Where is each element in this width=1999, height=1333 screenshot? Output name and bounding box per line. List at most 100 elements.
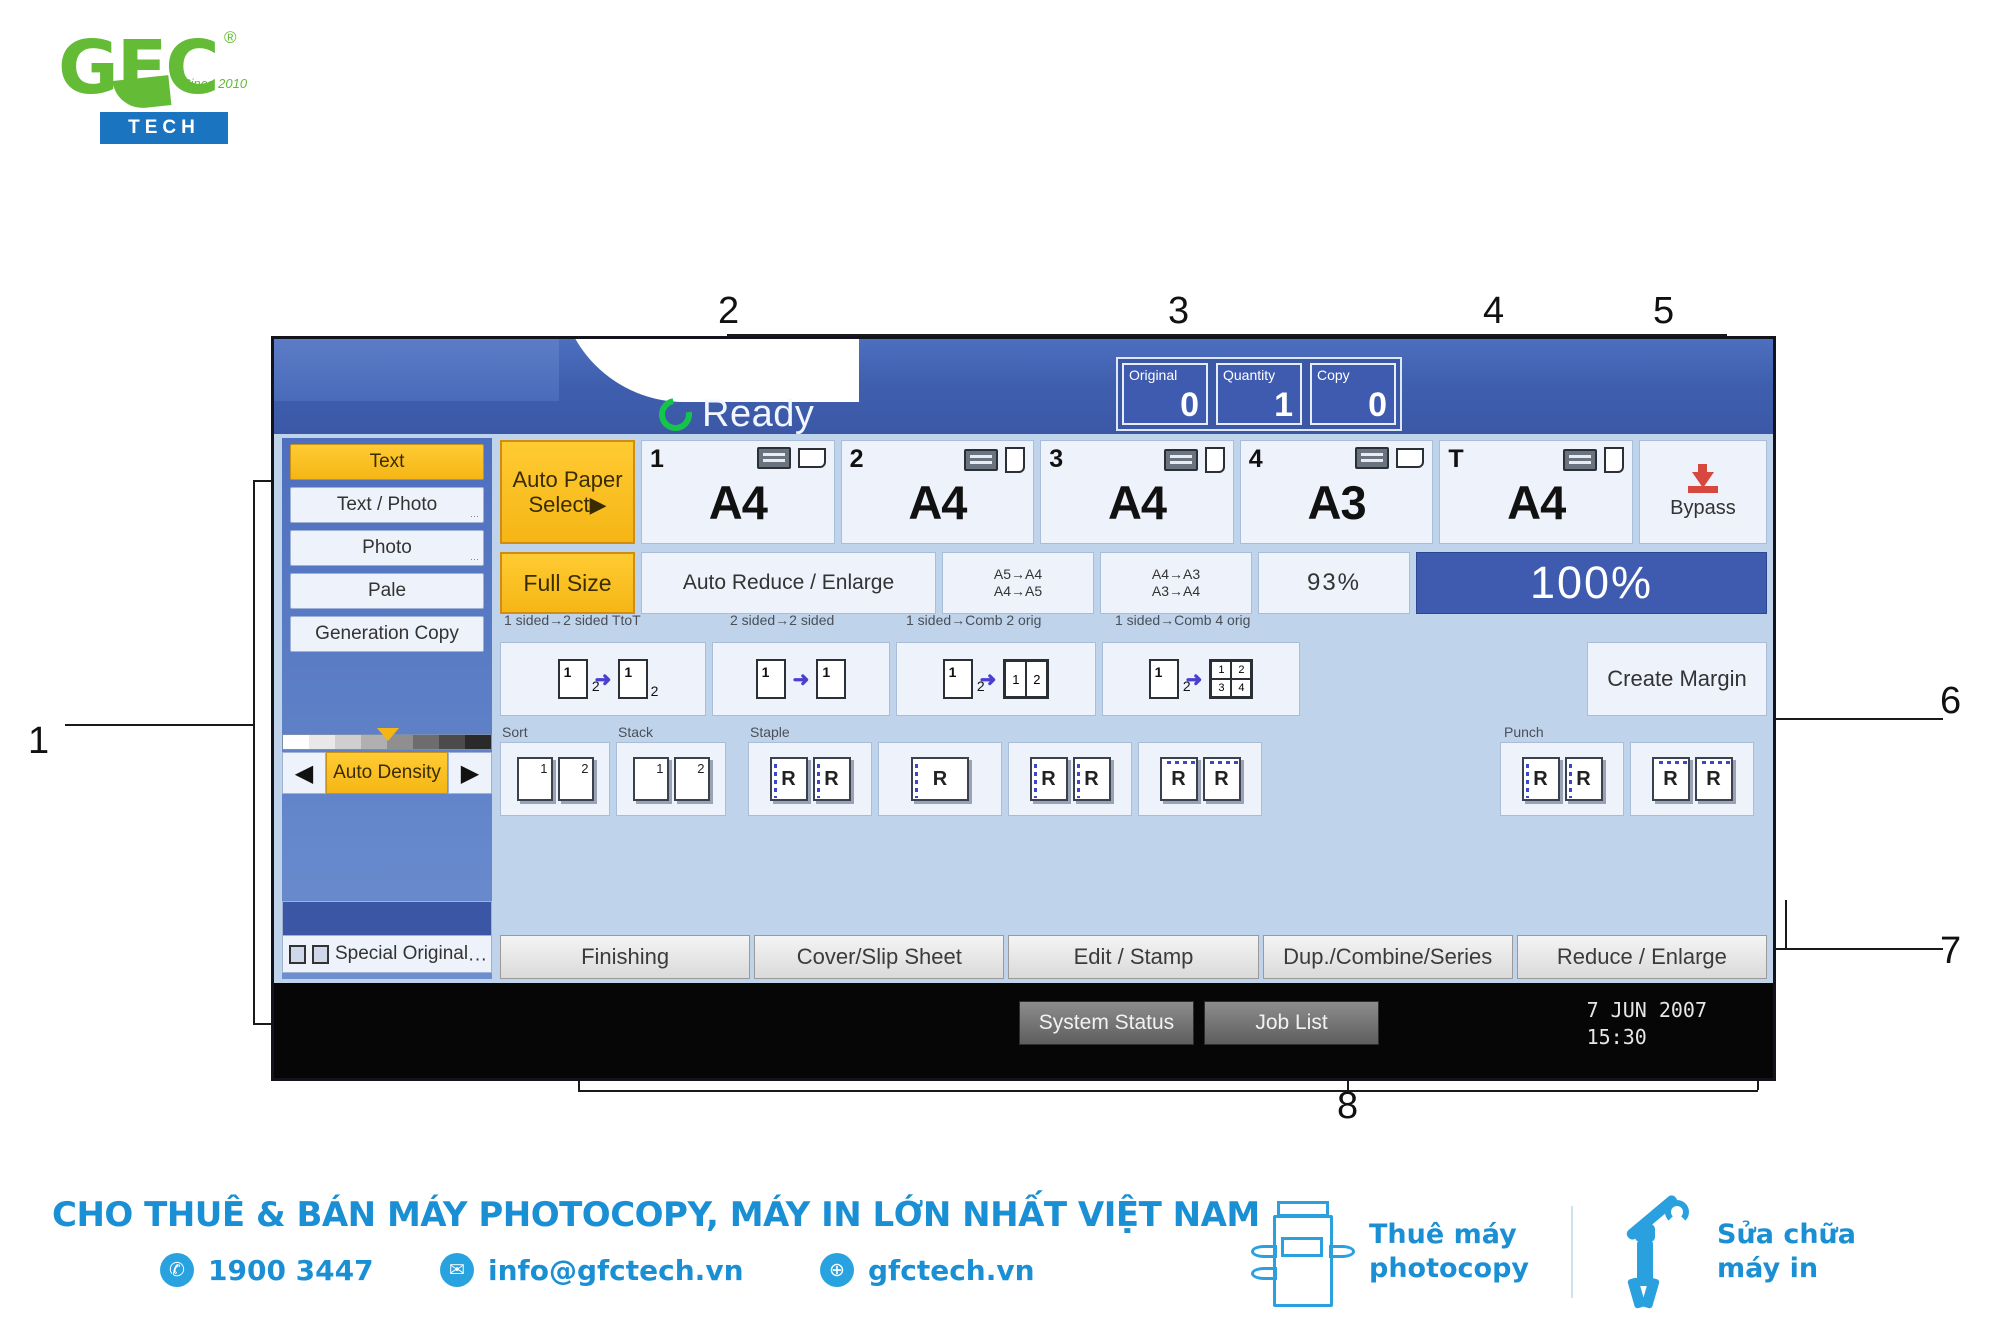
stack-button[interactable]: 1 2 bbox=[616, 742, 726, 816]
counter-original-label: Original bbox=[1129, 367, 1178, 383]
special-original-button[interactable]: Special Original ··· bbox=[282, 935, 492, 973]
footer-email[interactable]: ✉ info@gfctech.vn bbox=[440, 1253, 744, 1287]
quality-button-text-photo[interactable]: Text / Photo ··· bbox=[290, 487, 484, 523]
footer-website[interactable]: ⊕ gfctech.vn bbox=[820, 1253, 1035, 1287]
finishing-row: Sort Stack Staple Punch 1 2 1 2 R R R R … bbox=[500, 724, 1767, 826]
duplex-button-1to2-ttot[interactable]: 12 ➜ 12 bbox=[500, 642, 706, 716]
copier-screen: Ready Original 0 Quantity 1 Copy 0 Store… bbox=[274, 339, 1773, 1078]
tray-button-3[interactable]: 3 A4 bbox=[1040, 440, 1234, 544]
create-margin-button[interactable]: Create Margin bbox=[1587, 642, 1767, 716]
density-left-arrow-button[interactable]: ◀ bbox=[282, 752, 326, 794]
combine-button-4-originals[interactable]: 12 ➜ 1234 bbox=[1102, 642, 1300, 716]
callout-5: 5 bbox=[1653, 290, 1675, 332]
counter-copy-value: 0 bbox=[1368, 386, 1387, 424]
density-right-arrow-button[interactable]: ▶ bbox=[448, 752, 492, 794]
paper-cassette-icon bbox=[1562, 449, 1597, 471]
staple-page-icon: R bbox=[1029, 757, 1068, 801]
tab-edit-stamp[interactable]: Edit / Stamp bbox=[1008, 935, 1259, 979]
quality-button-photo[interactable]: Photo ··· bbox=[290, 530, 484, 566]
full-size-button[interactable]: Full Size bbox=[500, 552, 635, 614]
auto-paper-line2: Select▶ bbox=[528, 492, 607, 517]
ratio-button-a5-a4[interactable]: A5→A4 A4→A5 bbox=[942, 552, 1094, 614]
finishing-label-punch: Punch bbox=[1504, 724, 1544, 740]
tray-icons-4 bbox=[1355, 447, 1425, 469]
counter-original: Original 0 bbox=[1122, 363, 1208, 425]
tray-size-1: A4 bbox=[708, 476, 768, 529]
paper-cassette-icon bbox=[756, 447, 791, 469]
density-scale[interactable] bbox=[282, 728, 492, 750]
tray-icons-3 bbox=[1163, 447, 1225, 473]
quality-button-text[interactable]: Text bbox=[290, 444, 484, 480]
ratio-button-93[interactable]: 93% bbox=[1258, 552, 1410, 614]
counter-quantity-value: 1 bbox=[1274, 386, 1293, 424]
clock-date: 7 JUN 2007 bbox=[1586, 998, 1707, 1022]
density-control: ◀ Auto Density ▶ bbox=[282, 728, 492, 794]
staple-page-icon: R bbox=[769, 757, 808, 801]
tray-button-2[interactable]: 2 A4 bbox=[840, 440, 1035, 544]
punch-page-icon: R bbox=[1564, 757, 1603, 801]
sort-button[interactable]: 1 2 bbox=[500, 742, 610, 816]
quality-label-text-photo: Text / Photo bbox=[336, 494, 438, 515]
spinner-icon bbox=[652, 391, 699, 434]
image-quality-column: Text Text / Photo ··· Photo ··· Pale Gen… bbox=[282, 438, 492, 979]
logo-tech-text: TECH bbox=[128, 117, 200, 138]
staple-page-icon: R bbox=[1202, 757, 1241, 801]
counter-group: Original 0 Quantity 1 Copy 0 bbox=[1116, 357, 1402, 431]
job-list-button[interactable]: Job List bbox=[1204, 1001, 1379, 1045]
service-printer-repair[interactable]: Sửa chữa máy in bbox=[1615, 1193, 1856, 1309]
callout-2: 2 bbox=[718, 290, 740, 332]
duplex-page-icon: 1 bbox=[816, 659, 847, 699]
tray-button-t[interactable]: T A4 bbox=[1439, 440, 1633, 544]
ratio-button-a4-a3[interactable]: A4→A3 A3→A4 bbox=[1100, 552, 1252, 614]
service-rent-copier[interactable]: Thuê máy photocopy bbox=[1251, 1193, 1529, 1311]
tab-finishing[interactable]: Finishing bbox=[500, 935, 751, 979]
punch-button-top[interactable]: R R bbox=[1630, 742, 1754, 816]
sheet-landscape-icon bbox=[1396, 448, 1425, 468]
page-icon: 12 bbox=[1148, 659, 1195, 712]
counter-copy-label: Copy bbox=[1317, 367, 1350, 383]
registered-mark: ® bbox=[224, 28, 237, 47]
bypass-tray-button[interactable]: Bypass bbox=[1638, 440, 1767, 544]
auto-reduce-enlarge-button[interactable]: Auto Reduce / Enlarge bbox=[641, 552, 936, 614]
tray-number-4: 4 bbox=[1248, 445, 1263, 473]
bypass-arrow-icon bbox=[1687, 464, 1718, 493]
tab-dup-combine-series[interactable]: Dup./Combine/Series bbox=[1262, 935, 1513, 979]
header-strip bbox=[274, 339, 559, 401]
page-footer: CHO THUÊ & BÁN MÁY PHOTOCOPY, MÁY IN LỚN… bbox=[0, 1185, 1999, 1333]
special-original-header bbox=[282, 901, 492, 935]
panel-header: Ready Original 0 Quantity 1 Copy 0 Store… bbox=[274, 339, 1773, 434]
punch-button-left[interactable]: R R bbox=[1500, 742, 1624, 816]
auto-density-button[interactable]: Auto Density bbox=[326, 752, 448, 794]
vertical-divider bbox=[1571, 1206, 1574, 1298]
finishing-label-staple: Staple bbox=[750, 724, 790, 740]
staple-button-top[interactable]: R R bbox=[1138, 742, 1262, 816]
auto-paper-select-button[interactable]: Auto Paper Select▶ bbox=[500, 440, 635, 544]
density-marker-icon bbox=[377, 728, 399, 741]
tab-reduce-enlarge[interactable]: Reduce / Enlarge bbox=[1516, 935, 1768, 979]
tray-button-1[interactable]: 1 A4 bbox=[641, 440, 835, 544]
logo-since-text: Since 2010 bbox=[182, 76, 248, 91]
combine-4up-icon: 1234 bbox=[1209, 659, 1254, 699]
duplex-button-2to2[interactable]: 1 ➜ 1 bbox=[712, 642, 890, 716]
punch-page-icon: R bbox=[1521, 757, 1560, 801]
staple-button-left-double[interactable]: R bbox=[878, 742, 1002, 816]
combine-button-2-originals[interactable]: 12 ➜ 12 bbox=[896, 642, 1096, 716]
tray-size-3: A4 bbox=[1107, 476, 1167, 529]
footer-phone-text: 1900 3447 bbox=[208, 1253, 374, 1287]
sheet-portrait-icon bbox=[1005, 447, 1026, 473]
stacked-page-icon: 1 bbox=[632, 757, 669, 801]
quality-button-pale[interactable]: Pale bbox=[290, 573, 484, 609]
tray-button-4[interactable]: 4 A3 bbox=[1239, 440, 1434, 544]
quality-button-generation-copy[interactable]: Generation Copy bbox=[290, 616, 484, 652]
tab-cover-slip-sheet[interactable]: Cover/Slip Sheet bbox=[754, 935, 1005, 979]
staple-button-left-2[interactable]: R R bbox=[1008, 742, 1132, 816]
footer-headline: CHO THUÊ & BÁN MÁY PHOTOCOPY, MÁY IN LỚN… bbox=[52, 1195, 1260, 1235]
more-dots-icon: ··· bbox=[468, 949, 487, 970]
system-status-button[interactable]: System Status bbox=[1019, 1001, 1194, 1045]
duplex-page-icon: 1 bbox=[755, 659, 786, 699]
footer-phone[interactable]: ✆ 1900 3447 bbox=[160, 1253, 374, 1287]
duplex-label-0: 1 sided→2 sided TtoT bbox=[504, 612, 641, 628]
page-icon: 12 bbox=[557, 659, 604, 712]
counter-original-value: 0 bbox=[1180, 386, 1199, 424]
staple-button-top-left[interactable]: R R bbox=[748, 742, 872, 816]
